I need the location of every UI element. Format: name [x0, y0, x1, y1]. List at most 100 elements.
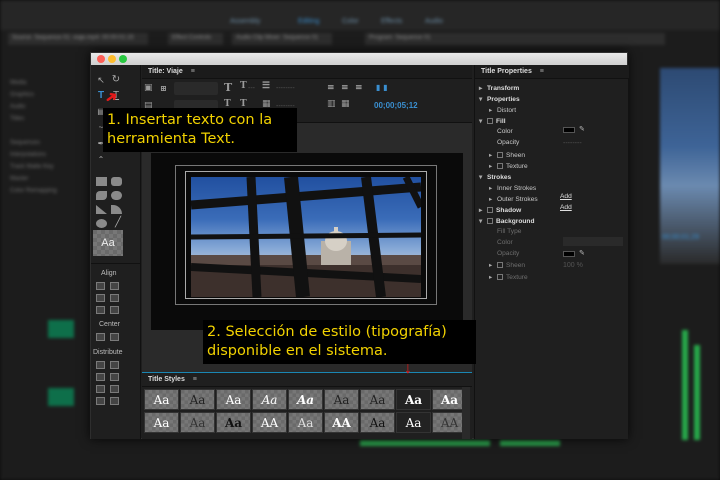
baseline-icon[interactable]: ☰: [262, 81, 270, 91]
title-style-tile[interactable]: Aa: [144, 389, 179, 410]
title-panel-label[interactable]: Title: Viaje: [148, 68, 183, 75]
styles-scrollbar[interactable]: [462, 387, 470, 439]
close-window-button[interactable]: [97, 55, 105, 63]
title-style-tile[interactable]: Aa: [216, 389, 251, 410]
property-checkbox[interactable]: [487, 118, 493, 125]
line-tool-icon[interactable]: ╱: [111, 216, 125, 230]
properties-title[interactable]: Title Properties: [481, 68, 532, 75]
property-checkbox[interactable]: [497, 262, 503, 269]
title-style-tile[interactable]: Aa: [324, 389, 359, 410]
workspace-color[interactable]: Color: [342, 18, 359, 28]
convert-anchor-tool-icon[interactable]: ⌃: [94, 153, 108, 167]
center-horizontal-icon[interactable]: [96, 333, 105, 341]
kerning-icon[interactable]: T: [240, 81, 247, 91]
rectangle-tool-icon[interactable]: [96, 177, 107, 186]
property-row[interactable]: ▸ Distort: [489, 106, 516, 116]
property-row[interactable]: ▸ Inner Strokes: [489, 184, 536, 194]
properties-menu-icon[interactable]: ≡: [540, 68, 544, 75]
title-style-tile[interactable]: Aa: [396, 412, 431, 433]
disclosure-triangle-icon[interactable]: ▾: [479, 117, 487, 125]
background-color-swatch[interactable]: [563, 251, 575, 257]
disclosure-triangle-icon[interactable]: ▸: [489, 261, 497, 269]
align-left-icon[interactable]: [96, 282, 105, 290]
title-style-tile[interactable]: Aa: [360, 412, 395, 433]
property-row[interactable]: Opacity: [489, 250, 519, 260]
distribute-middle-icon[interactable]: [110, 373, 119, 381]
property-row[interactable]: ▸ Sheen: [489, 151, 525, 161]
templates-icon[interactable]: ⊞: [160, 83, 167, 93]
title-style-tile[interactable]: Aa: [288, 412, 323, 433]
styles-menu-icon[interactable]: ≡: [193, 376, 197, 383]
project-item[interactable]: Interpolations: [10, 152, 46, 158]
align-center-h-icon[interactable]: [96, 294, 105, 302]
wedge-tool-icon[interactable]: [96, 205, 107, 214]
property-row[interactable]: Opacity: [489, 139, 519, 149]
title-styles-label[interactable]: Title Styles: [148, 376, 185, 383]
add-outer-stroke-link[interactable]: Add: [560, 204, 572, 211]
property-row[interactable]: Fill Type: [489, 228, 521, 238]
disclosure-triangle-icon[interactable]: ▸: [489, 106, 497, 114]
zoom-window-button[interactable]: [119, 55, 127, 63]
minimize-window-button[interactable]: [108, 55, 116, 63]
disclosure-triangle-icon[interactable]: ▸: [489, 162, 497, 170]
title-style-tile[interactable]: Aa: [144, 412, 179, 433]
new-title-icon[interactable]: ▣: [144, 83, 153, 93]
font-family-select[interactable]: [174, 82, 218, 95]
property-row[interactable]: ▸ Texture: [489, 162, 528, 172]
kerning-value[interactable]: ---: [248, 85, 255, 92]
property-checkbox[interactable]: [487, 207, 493, 214]
workspace-effects[interactable]: Effects: [381, 18, 402, 28]
font-size-icon[interactable]: T: [224, 81, 232, 94]
fill-color-swatch[interactable]: [563, 127, 575, 133]
ellipse-tool-icon[interactable]: [96, 219, 107, 228]
project-item[interactable]: Audio: [10, 104, 25, 110]
add-inner-stroke-link[interactable]: Add: [560, 193, 572, 200]
title-style-tile[interactable]: Aa: [396, 389, 431, 410]
workspace-assembly[interactable]: Assembly: [230, 18, 260, 28]
tab-stops-button-icon[interactable]: ▥: [327, 99, 336, 109]
title-style-tile[interactable]: Aa: [216, 412, 251, 433]
property-row[interactable]: ▸ Sheen: [489, 261, 525, 271]
property-checkbox[interactable]: [497, 274, 503, 281]
property-row[interactable]: ▸ Texture: [489, 273, 528, 283]
title-style-tile[interactable]: AA: [252, 412, 287, 433]
property-row[interactable]: ▸ Shadow: [479, 206, 521, 216]
distribute-bottom-icon[interactable]: [110, 385, 119, 393]
disclosure-triangle-icon[interactable]: ▸: [479, 206, 487, 214]
fill-type-select[interactable]: [563, 237, 623, 246]
title-style-tile[interactable]: Aa: [288, 389, 323, 410]
distribute-right-icon[interactable]: [96, 385, 105, 393]
background-eyedropper-icon[interactable]: ✎: [579, 249, 585, 257]
distribute-horizontal-icon[interactable]: [96, 397, 105, 405]
align-text-center-icon[interactable]: ≡: [341, 83, 349, 93]
disclosure-triangle-icon[interactable]: ▸: [479, 84, 487, 92]
property-row[interactable]: ▾ Properties: [479, 95, 520, 105]
property-checkbox[interactable]: [497, 152, 503, 159]
title-style-tile[interactable]: Aa: [180, 412, 215, 433]
center-vertical-icon[interactable]: [110, 333, 119, 341]
title-style-tile[interactable]: AA: [324, 412, 359, 433]
project-item[interactable]: Media: [10, 80, 26, 86]
property-row[interactable]: Color: [489, 128, 513, 138]
distribute-vertical-icon[interactable]: [110, 397, 119, 405]
source-tab[interactable]: Source: Sequence 01: viaje.mp4: 00:00:01…: [8, 33, 148, 45]
project-item[interactable]: Master: [10, 176, 28, 182]
background-opacity-value[interactable]: 100 %: [563, 262, 583, 269]
property-row[interactable]: ▸ Transform: [479, 84, 519, 94]
property-row[interactable]: ▾ Fill: [479, 117, 506, 127]
property-checkbox[interactable]: [487, 218, 493, 225]
align-right-icon[interactable]: [96, 306, 105, 314]
project-item[interactable]: Titles: [10, 116, 24, 122]
baseline-value[interactable]: --------: [276, 85, 295, 92]
align-text-right-icon[interactable]: ≡: [355, 83, 363, 93]
disclosure-triangle-icon[interactable]: ▸: [489, 273, 497, 281]
property-checkbox[interactable]: [497, 163, 503, 170]
panel-menu-icon[interactable]: ≡: [191, 68, 195, 75]
project-item[interactable]: Color Remapping: [10, 188, 57, 194]
title-style-tile[interactable]: Aa: [180, 389, 215, 410]
align-top-icon[interactable]: [110, 282, 119, 290]
program-tab[interactable]: Program: Sequence 01: [365, 33, 665, 45]
align-text-left-icon[interactable]: ≡: [327, 83, 335, 93]
disclosure-triangle-icon[interactable]: ▸: [489, 151, 497, 159]
rounded-corner-tool-icon[interactable]: [111, 191, 122, 200]
